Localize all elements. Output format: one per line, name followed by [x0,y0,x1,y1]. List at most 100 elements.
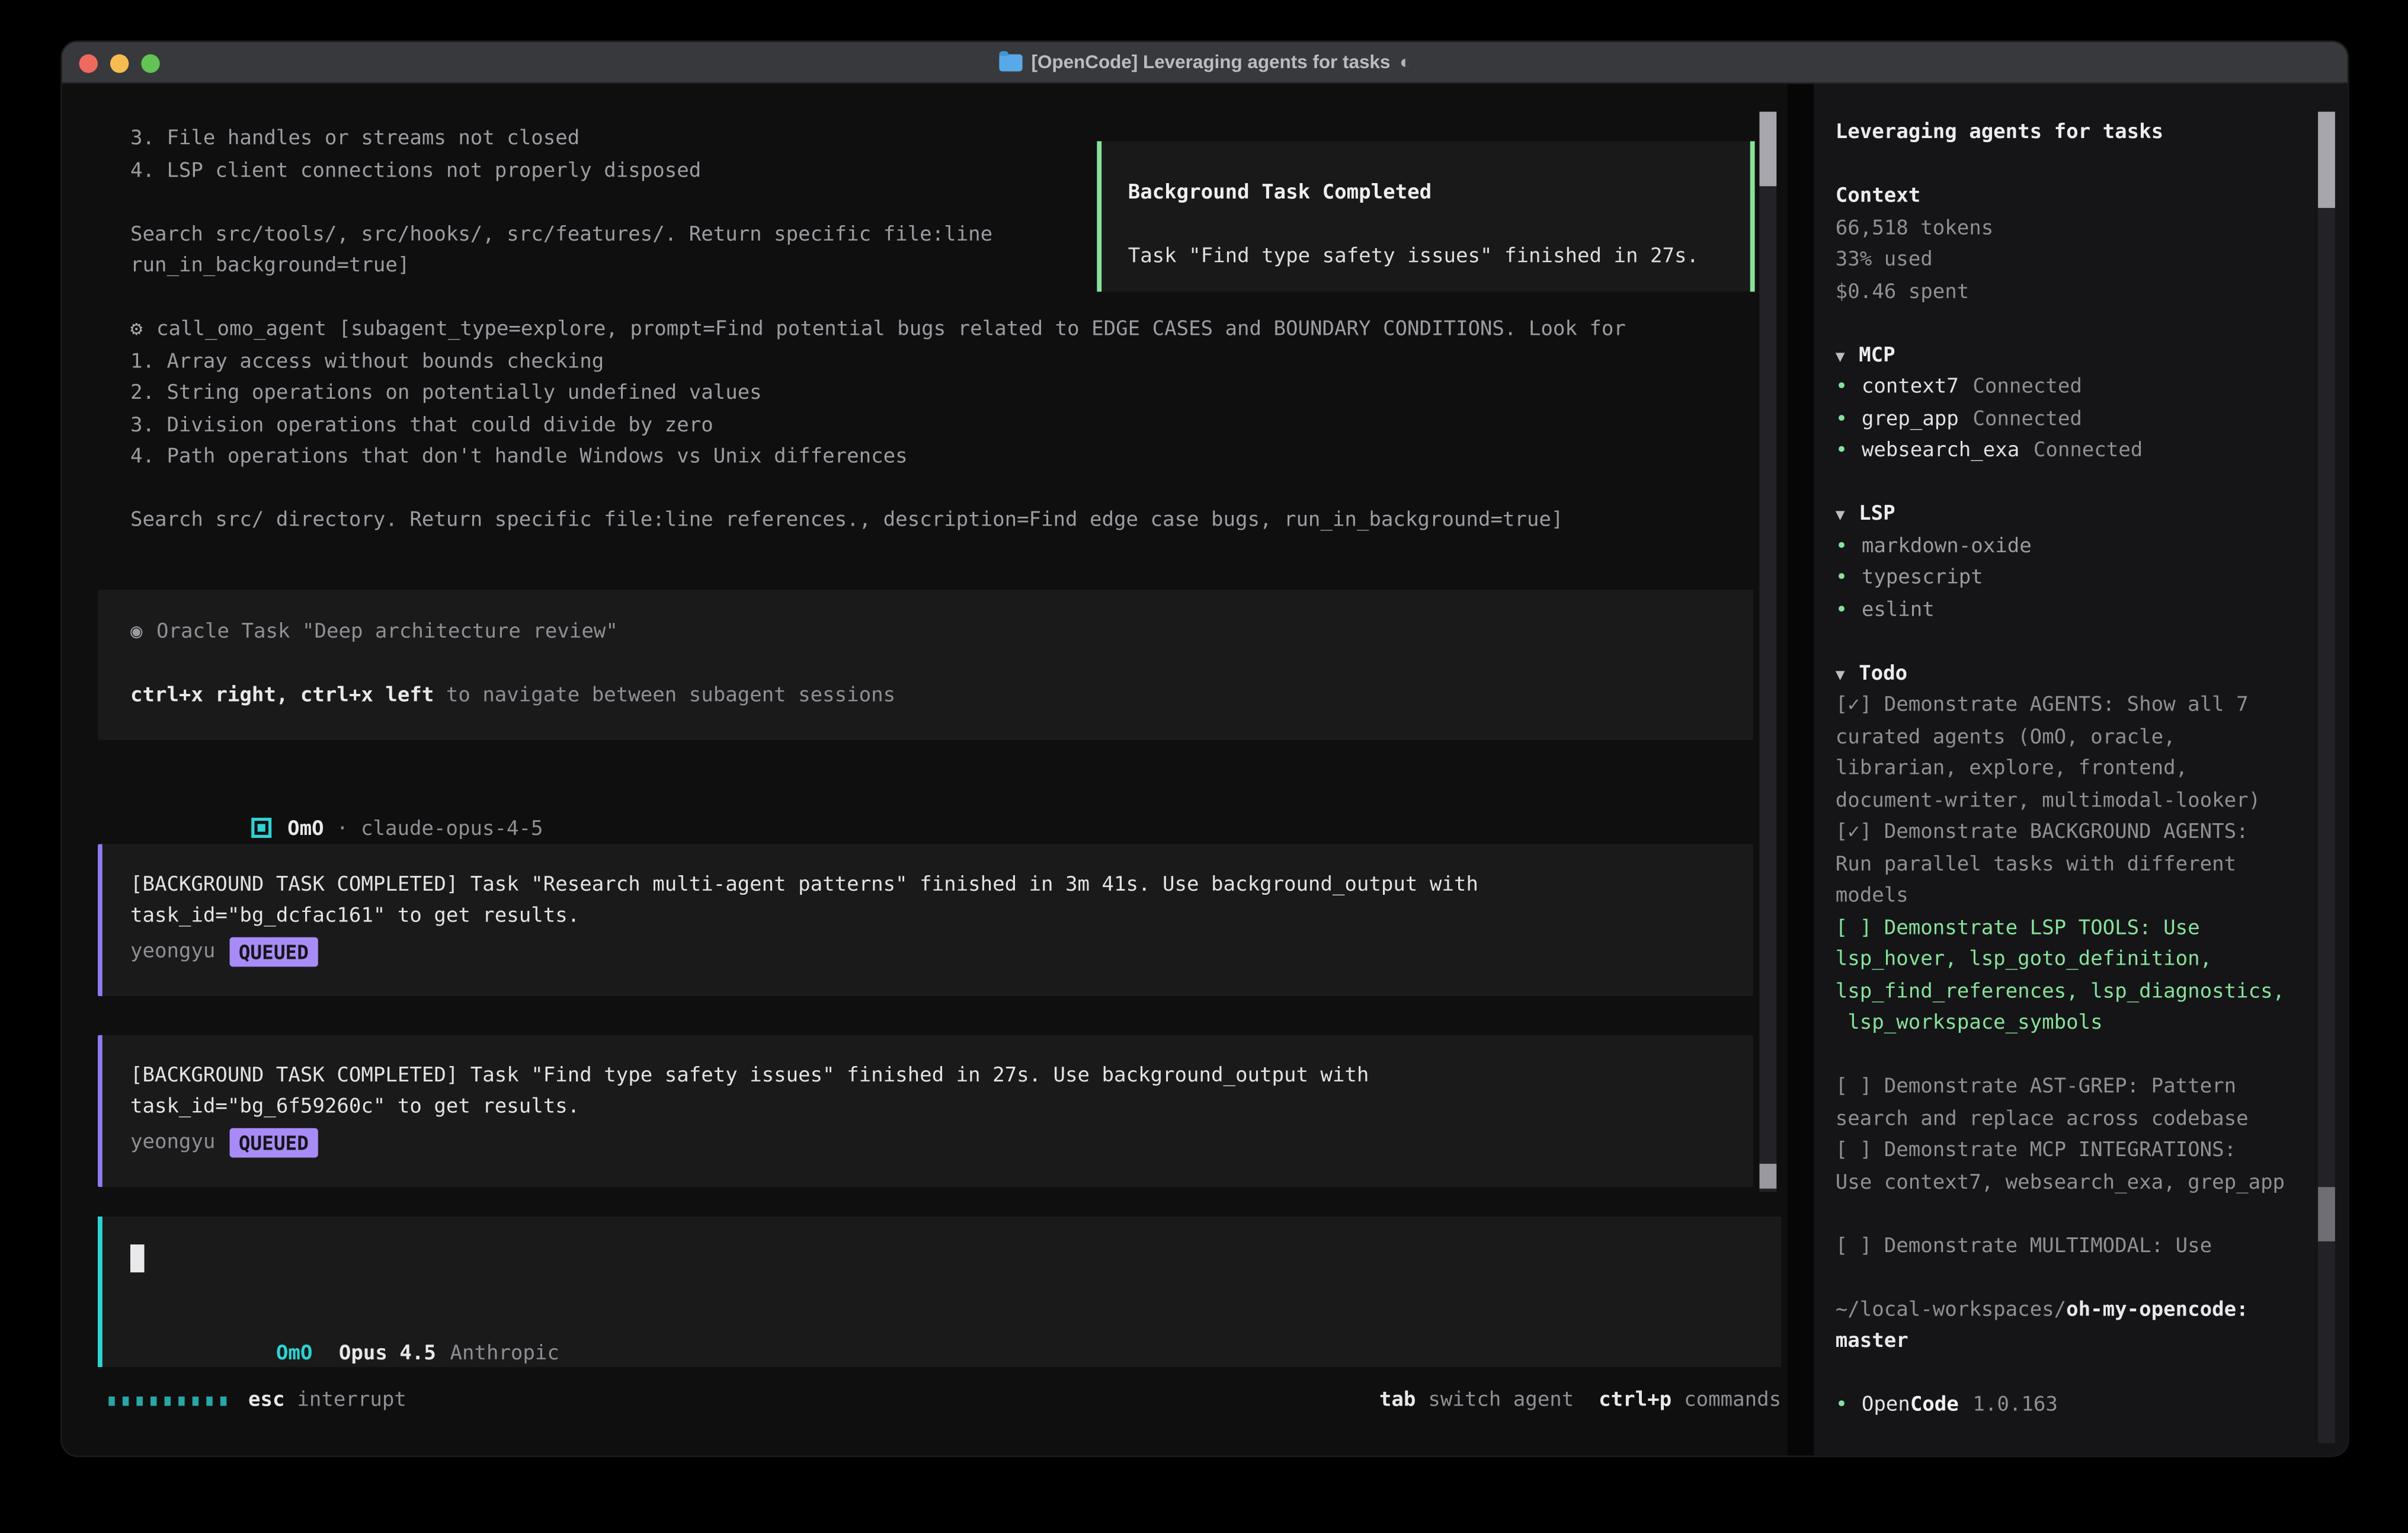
status-bullet-icon: • [1836,439,1847,462]
mcp-item: •websearch_exaConnected [1836,436,2348,468]
mcp-section-heading[interactable]: ▼MCP [1836,341,2348,373]
input-cursor-row [130,1244,1781,1276]
lsp-item: •eslint [1836,595,2348,627]
sidebar-panel: Leveraging agents for tasks Context 66,5… [1814,84,2348,1455]
todo-item-line: [ ] Demonstrate MCP INTEGRATIONS: [1836,1136,2348,1168]
terminal-line: 1. Array access without bounds checking [130,347,1788,379]
todo-item-line: models [1836,881,2348,913]
todo-item-line: lsp_workspace_symbols [1836,1009,2348,1041]
close-button[interactable] [79,53,98,72]
sidebar-scrollbar-thumb[interactable] [2318,112,2335,208]
commands-hint: ctrl+pcommands [1599,1385,1781,1417]
input-agent-name: OmO [276,1342,312,1365]
collapse-icon[interactable]: ▼ [1836,667,1845,684]
omo-agent-icon [252,817,272,837]
status-bullet-icon: • [1836,1393,1847,1416]
status-bullet-icon: • [1836,407,1847,430]
agent-model: claude-opus-4-5 [361,817,543,840]
window-title-text: [OpenCode] Leveraging agents for tasks [1031,51,1390,73]
app-name-bold: Code [1910,1393,1959,1416]
user-name: yeongyu [130,940,215,964]
folder-icon [998,53,1022,71]
app-version: 1.0.163 [1972,1393,2057,1416]
context-tokens: 66,518 tokens [1836,213,2348,245]
status-bullet-icon: • [1836,598,1847,621]
background-task-message: [BACKGROUND TASK COMPLETED] Task "Resear… [98,843,1753,996]
gear-icon: ⚙ [130,318,142,341]
tab-key-hint: tab [1379,1389,1416,1412]
todo-section-heading[interactable]: ▼Todo [1836,659,2348,691]
sidebar-scrollbar-thumb-secondary[interactable] [2318,1187,2335,1241]
task-message-line: task_id="bg_6f59260c" to get results. [130,1092,1753,1124]
session-title: Leveraging agents for tasks [1836,118,2348,150]
collapse-icon[interactable]: ▼ [1836,507,1845,524]
prompt-input[interactable]: OmOOpus 4.5Anthropic [98,1216,1781,1367]
todo-item-line: curated agents (OmO, oracle, [1836,722,2348,754]
todo-item-line: librarian, explore, frontend, [1836,754,2348,786]
task-message-line: [BACKGROUND TASK COMPLETED] Task "Resear… [130,870,1753,902]
minimize-button[interactable] [110,53,129,72]
lsp-item: •markdown-oxide [1836,532,2348,564]
todo-item-line: [✓] Demonstrate AGENTS: Show all 7 [1836,690,2348,722]
context-heading: Context [1836,181,2348,213]
commands-key-hint: ctrl+p [1599,1389,1671,1412]
workspace-branch: master [1836,1327,2348,1359]
workspace-path: ~/local-workspaces/oh-my-opencode: [1836,1295,2348,1327]
esc-key-hint: esc [248,1385,284,1417]
separator-dot: · [337,817,348,840]
mcp-item: •context7Connected [1836,372,2348,404]
task-meta-row: yeongyu QUEUED [130,937,1753,969]
main-scrollbar-thumb-bottom[interactable] [1759,1164,1776,1189]
context-spent: $0.46 spent [1836,277,2348,309]
oracle-task-title: Oracle Task "Deep architecture review" [156,620,618,643]
background-task-toast[interactable]: Background Task Completed Task "Find typ… [1097,141,1754,292]
opencode-window: [OpenCode] Leveraging agents for tasks ◐… [62,42,2348,1456]
maximize-button[interactable] [141,53,159,72]
todo-item-line: [✓] Demonstrate BACKGROUND AGENTS: [1836,818,2348,850]
oracle-icon: ◉ [130,620,142,643]
text-cursor [130,1244,145,1272]
input-provider-name: Anthropic [450,1342,559,1365]
spinner-icon [108,1397,226,1406]
terminal-line: 2. String operations on potentially unde… [130,379,1788,411]
tool-call-text: call_omo_agent [subagent_type=explore, p… [156,318,1626,341]
todo-item-line: lsp_find_references, lsp_diagnostics, [1836,977,2348,1009]
todo-item-line: [ ] Demonstrate LSP TOOLS: Use [1836,913,2348,945]
shortcut-hint: to navigate between subagent sessions [434,683,895,706]
agent-name: OmO [287,817,324,840]
oracle-task-hint-row: ctrl+x right, ctrl+x left to navigate be… [130,680,1753,712]
context-used: 33% used [1836,245,2348,277]
keyboard-shortcut: ctrl+x right, ctrl+x left [130,683,434,706]
todo-item-line: search and replace across codebase [1836,1104,2348,1136]
todo-item-line: [ ] Demonstrate MULTIMODAL: Use [1836,1231,2348,1263]
task-message-line: [BACKGROUND TASK COMPLETED] Task "Find t… [130,1061,1753,1093]
tool-call-line: ⚙ call_omo_agent [subagent_type=explore, … [130,315,1788,347]
background-task-message: [BACKGROUND TASK COMPLETED] Task "Find t… [98,1034,1753,1186]
todo-item-line: Use context7, websearch_exa, grep_app [1836,1167,2348,1199]
main-scrollbar-track[interactable] [1759,112,1776,1192]
terminal-line: 3. Division operations that could divide… [130,411,1788,443]
main-panel: 3. File handles or streams not closed 4.… [62,84,1788,1455]
app-version-row: •OpenCode1.0.163 [1836,1390,2348,1422]
task-message-line: task_id="bg_dcfac161" to get results. [130,901,1753,933]
todo-item-line: document-writer, multimodal-looker) [1836,786,2348,818]
status-bullet-icon: • [1836,376,1847,399]
collapse-icon[interactable]: ▼ [1836,348,1845,366]
status-bullet-icon: • [1836,567,1847,590]
main-scrollbar-thumb-top[interactable] [1759,112,1776,187]
terminal-line: Search src/ directory. Return specific f… [130,506,1788,538]
lsp-section-heading[interactable]: ▼LSP [1836,500,2348,532]
window-title: [OpenCode] Leveraging agents for tasks ◐ [998,51,1411,73]
queued-badge: QUEUED [229,937,318,967]
todo-item-line: lsp_hover, lsp_goto_definition, [1836,945,2348,977]
todo-item-line: [ ] Demonstrate AST-GREP: Pattern [1836,1072,2348,1104]
desktop: [OpenCode] Leveraging agents for tasks ◐… [0,0,2408,1533]
sidebar-scrollbar-track[interactable] [2318,112,2335,1444]
toast-title: Background Task Completed [1128,178,1750,210]
status-bar-left: escinterrupt [108,1385,406,1417]
window-titlebar[interactable]: [OpenCode] Leveraging agents for tasks ◐ [62,42,2348,84]
input-meta-row: OmOOpus 4.5Anthropic [130,1307,1781,1339]
oracle-task-title-row: ◉ Oracle Task "Deep architecture review" [130,617,1753,649]
traffic-lights [79,42,160,84]
status-bullet-icon: • [1836,535,1847,558]
